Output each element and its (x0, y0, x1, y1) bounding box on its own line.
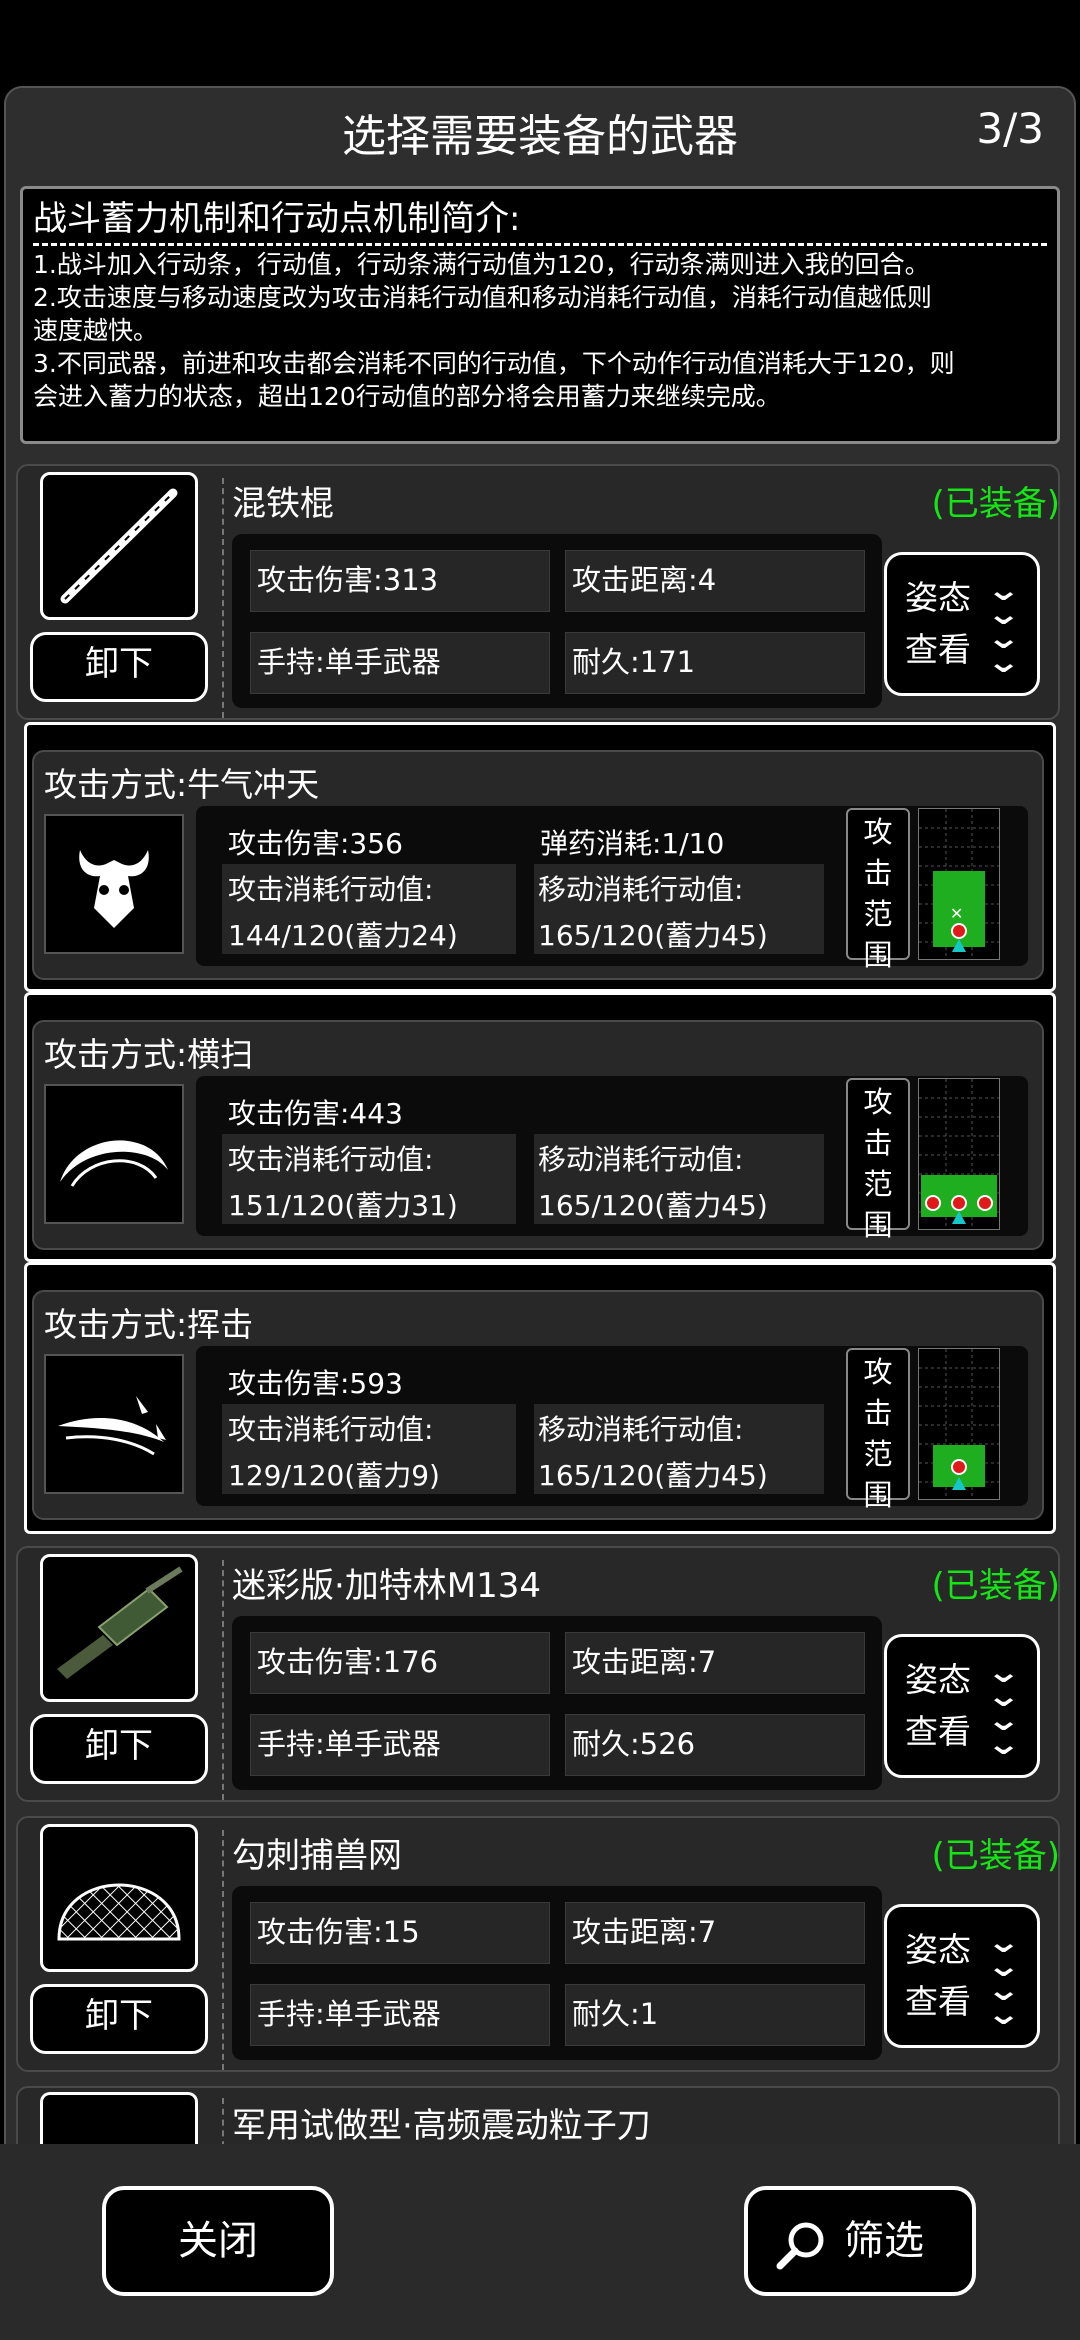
attack-damage: 攻击伤害:593 (228, 1367, 403, 1400)
attack-name: 攻击方式:牛气冲天 (44, 765, 320, 804)
card-divider (222, 1830, 224, 2070)
intro-line: 速度越快。 (33, 316, 159, 345)
mechanics-intro: 战斗蓄力机制和行动点机制简介: 1.战斗加入行动条，行动值，行动条满行动值为12… (20, 186, 1060, 444)
view-label: 查看 (905, 630, 971, 669)
move-cost-value: 165/120(蓄力45) (538, 919, 768, 952)
filter-label: 筛选 (844, 2218, 924, 2264)
stance-view-button[interactable]: 姿态 查看 ⌄ ⌄ ⌄ ⌄ (884, 552, 1040, 696)
view-label: 查看 (905, 1982, 971, 2021)
attack-cost-label: 攻击消耗行动值: (228, 1143, 434, 1176)
attack-cost-label: 攻击消耗行动值: (228, 873, 434, 906)
move-cost-value: 165/120(蓄力45) (538, 1459, 768, 1492)
range-char: 围 (863, 1208, 893, 1242)
range-char: 击 (863, 1126, 893, 1160)
attack-range-button[interactable]: 攻 击 范 围 (846, 1348, 910, 1512)
intro-line: 会进入蓄力的状态，超出120行动值的部分将会用蓄力来继续完成。 (33, 382, 781, 411)
page-indicator: 3/3 (976, 104, 1044, 153)
attack-cost-value: 151/120(蓄力31) (228, 1189, 458, 1222)
chevron-down-icon: ⌄ ⌄ ⌄ ⌄ (985, 1655, 1022, 1762)
sweep-slash-icon (44, 1084, 184, 1224)
hook-net-icon (40, 1824, 198, 1972)
stat-distance: 攻击距离:7 (565, 1902, 865, 1964)
attack-cost-label: 攻击消耗行动值: (228, 1413, 434, 1446)
iron-staff-icon (40, 472, 198, 620)
range-char: 攻 (863, 1355, 893, 1389)
unequip-button[interactable]: 卸下 (30, 632, 208, 702)
unequip-button[interactable]: 卸下 (30, 1714, 208, 1784)
stance-view-button[interactable]: 姿态 查看 ⌄ ⌄ ⌄ ⌄ (884, 1904, 1040, 2048)
range-char: 击 (863, 1396, 893, 1430)
stat-hold: 手持:单手武器 (250, 632, 550, 694)
stat-durability: 耐久:171 (565, 632, 865, 694)
attack-range-grid (918, 1078, 1000, 1230)
attack-range-button[interactable]: 攻 击 范 围 (846, 808, 910, 972)
stat-distance: 攻击距离:4 (565, 550, 865, 612)
move-cost-label: 移动消耗行动值: (538, 1413, 744, 1446)
range-char: 范 (863, 1167, 893, 1201)
stat-damage: 攻击伤害:15 (250, 1902, 550, 1964)
move-cost-label: 移动消耗行动值: (538, 1143, 744, 1176)
weapon-name: 军用试做型·高频震动粒子刀 (232, 2106, 651, 2146)
chevron-down-icon: ⌄ ⌄ ⌄ ⌄ (985, 1925, 1022, 2032)
attack-cost-value: 144/120(蓄力24) (228, 919, 458, 952)
stat-distance: 攻击距离:7 (565, 1632, 865, 1694)
close-button[interactable]: 关闭 (102, 2186, 334, 2296)
move-cost-value: 165/120(蓄力45) (538, 1189, 768, 1222)
intro-line: 3.不同武器，前进和攻击都会消耗不同的行动值，下个动作行动值消耗大于120，则 (33, 349, 955, 378)
stance-view-button[interactable]: 姿态 查看 ⌄ ⌄ ⌄ ⌄ (884, 1634, 1040, 1778)
search-icon (774, 2218, 828, 2272)
unequip-button[interactable]: 卸下 (30, 1984, 208, 2054)
filter-button[interactable]: 筛选 (744, 2186, 976, 2296)
range-char: 范 (863, 897, 893, 931)
attack-name: 攻击方式:横扫 (44, 1035, 254, 1074)
intro-line: 2.攻击速度与移动速度改为攻击消耗行动值和移动消耗行动值，消耗行动值越低则 (33, 283, 932, 312)
stat-durability: 耐久:1 (565, 1984, 865, 2046)
bull-skull-icon (44, 814, 184, 954)
stat-durability: 耐久:526 (565, 1714, 865, 1776)
weapon-name: 混铁棍 (232, 484, 334, 524)
card-divider (222, 478, 224, 718)
range-char: 攻 (863, 1085, 893, 1119)
stat-damage: 攻击伤害:176 (250, 1632, 550, 1694)
attack-range-grid (918, 1348, 1000, 1500)
stance-label: 姿态 (905, 1930, 971, 1969)
weapon-name: 迷彩版·加特林M134 (232, 1566, 542, 1606)
attack-damage: 攻击伤害:356 (228, 827, 403, 860)
ammo-cost: 弹药消耗:1/10 (540, 827, 725, 860)
range-char: 范 (863, 1437, 893, 1471)
weapon-name: 勾刺捕兽网 (232, 1836, 402, 1876)
range-char: 击 (863, 856, 893, 890)
page-title: 选择需要装备的武器 (342, 111, 738, 162)
equipped-status: (已装备) (931, 484, 1060, 524)
swing-strike-icon (44, 1354, 184, 1494)
stance-label: 姿态 (905, 1660, 971, 1699)
attack-name: 攻击方式:挥击 (44, 1305, 254, 1344)
stat-hold: 手持:单手武器 (250, 1714, 550, 1776)
view-label: 查看 (905, 1712, 971, 1751)
intro-line: 1.战斗加入行动条，行动值，行动条满行动值为120，行动条满则进入我的回合。 (33, 250, 930, 279)
range-char: 攻 (863, 815, 893, 849)
gatling-gun-icon (40, 1554, 198, 1702)
card-divider (222, 1560, 224, 1800)
equipped-status: (已装备) (931, 1836, 1060, 1876)
stat-damage: 攻击伤害:313 (250, 550, 550, 612)
range-char: 围 (863, 1478, 893, 1512)
attack-range-button[interactable]: 攻 击 范 围 (846, 1078, 910, 1242)
intro-title: 战斗蓄力机制和行动点机制简介: (33, 197, 1047, 246)
equipped-status: (已装备) (931, 1566, 1060, 1606)
attack-damage: 攻击伤害:443 (228, 1097, 403, 1130)
range-char: 围 (863, 938, 893, 972)
attack-range-grid: ✕ (918, 808, 1000, 960)
chevron-down-icon: ⌄ ⌄ ⌄ ⌄ (985, 573, 1022, 680)
move-cost-label: 移动消耗行动值: (538, 873, 744, 906)
attack-cost-value: 129/120(蓄力9) (228, 1459, 440, 1492)
stance-label: 姿态 (905, 578, 971, 617)
svg-text:✕: ✕ (950, 904, 963, 923)
stat-hold: 手持:单手武器 (250, 1984, 550, 2046)
